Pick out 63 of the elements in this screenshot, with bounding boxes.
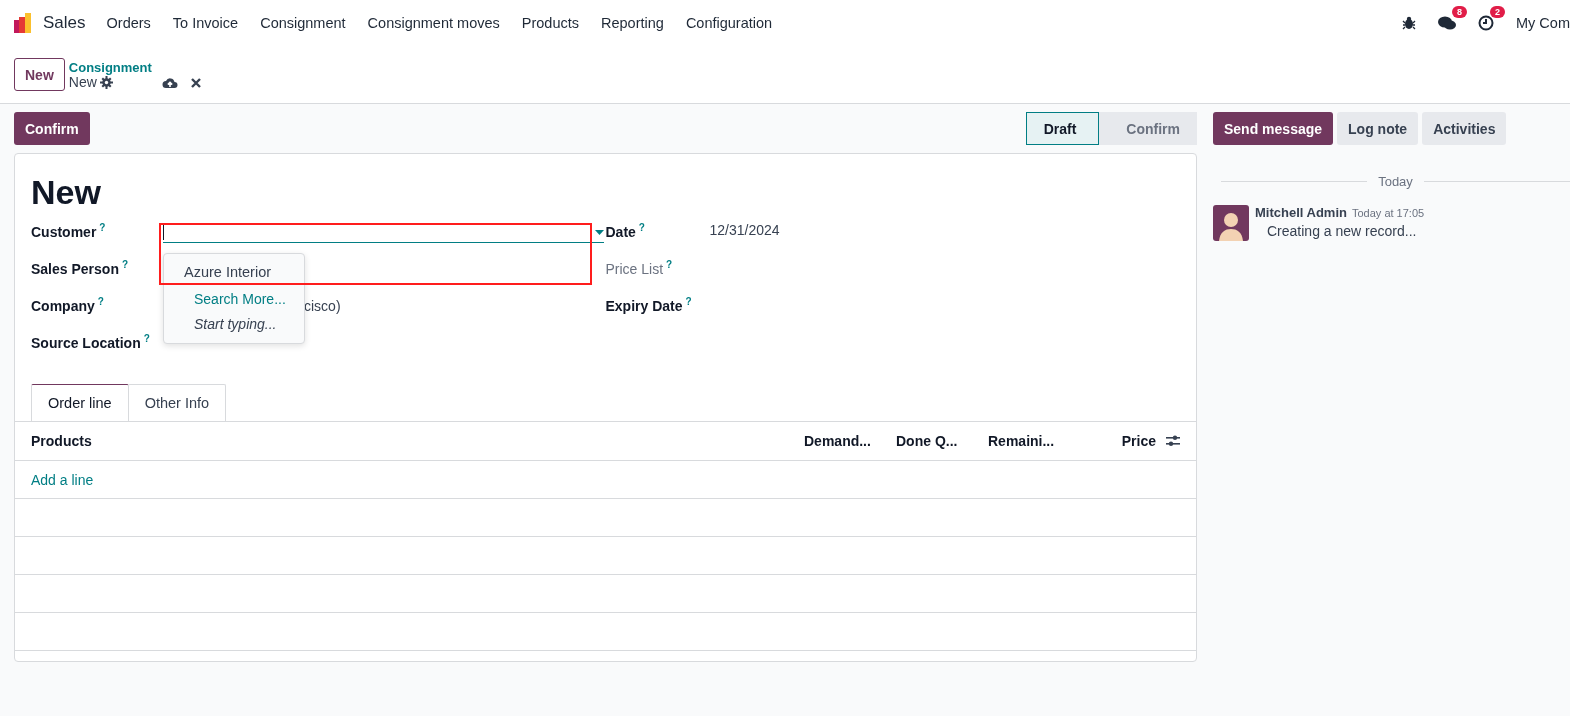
menu-item[interactable]: Products xyxy=(510,15,590,31)
field-value: cisco) xyxy=(304,298,341,314)
field-value: 12/31/2024 xyxy=(709,222,780,238)
field-label: Date $^{?}$ xyxy=(605,222,646,240)
dropdown-option[interactable]: Azure Interior xyxy=(164,260,304,285)
help-icon[interactable]: ? xyxy=(638,222,645,233)
record-name: New xyxy=(68,74,97,90)
chat-icon[interactable] xyxy=(1438,15,1456,31)
menu-item[interactable]: Orders xyxy=(95,15,162,31)
add-line-link[interactable]: Add a line xyxy=(31,471,94,488)
app-logo-icon[interactable] xyxy=(12,12,34,34)
help-icon[interactable]: ? xyxy=(143,333,150,344)
menu-item[interactable]: Consignment xyxy=(249,15,357,31)
caret-icon[interactable] xyxy=(594,229,604,235)
breadcrumb-link[interactable]: Consignment xyxy=(68,59,152,75)
column-header[interactable]: Remaini... xyxy=(988,433,1055,449)
clock-icon[interactable] xyxy=(1478,15,1494,31)
column-header[interactable]: Done Q... xyxy=(896,433,958,449)
author-name[interactable]: Mitchell Admin xyxy=(1255,205,1347,220)
search-more-link[interactable]: Search More... xyxy=(164,287,304,312)
status-step[interactable]: Draft xyxy=(1025,112,1100,145)
message-body: Creating a new record... xyxy=(1266,223,1418,239)
chatter-button[interactable]: Activities xyxy=(1422,112,1507,145)
hint-text: Start typing... xyxy=(193,315,278,334)
help-icon[interactable]: ? xyxy=(97,296,104,307)
menu-item[interactable]: Consignment moves xyxy=(356,15,511,31)
chatter-button[interactable]: Send message xyxy=(1213,112,1334,145)
chatter-button[interactable]: Log note xyxy=(1337,112,1419,145)
message-time: Today at 17:05 xyxy=(1351,207,1425,219)
avatar-icon xyxy=(1213,205,1249,241)
tab[interactable]: Order line xyxy=(31,384,129,421)
text-cursor xyxy=(163,224,164,240)
close-icon[interactable] xyxy=(189,76,202,89)
field-label: Sales Person $^{?}$ xyxy=(31,259,130,277)
status-step[interactable]: Confirm xyxy=(1099,112,1197,145)
field-label: Price List $^{?}$ xyxy=(605,259,674,277)
help-icon[interactable]: ? xyxy=(685,296,692,307)
confirm-button[interactable]: Confirm xyxy=(14,112,90,145)
notification-badge: 2 xyxy=(1490,6,1505,18)
column-header[interactable]: Demand... xyxy=(804,433,871,449)
notification-badge: 8 xyxy=(1452,6,1467,18)
field-label: Company $^{?}$ xyxy=(31,296,105,314)
cloud-upload-icon[interactable] xyxy=(161,76,178,89)
menu-item[interactable]: Configuration xyxy=(674,15,784,31)
app-name[interactable]: Sales xyxy=(43,13,86,33)
date-separator: Today xyxy=(1377,174,1414,189)
customer-field[interactable] xyxy=(163,222,604,243)
gear-icon[interactable] xyxy=(99,75,113,89)
field-label: Source Location $^{?}$ xyxy=(31,333,151,351)
sliders-icon[interactable] xyxy=(1166,435,1180,447)
column-header[interactable]: Price xyxy=(1121,433,1156,449)
menu-item[interactable]: To Invoice xyxy=(161,15,250,31)
record-title: New xyxy=(31,172,102,212)
tab[interactable]: Other Info xyxy=(127,384,227,421)
field-label: Customer $^{?}$ xyxy=(31,222,107,240)
column-header[interactable]: Products xyxy=(31,433,92,449)
field-label: Expiry Date $^{?}$ xyxy=(605,296,693,314)
help-icon[interactable]: ? xyxy=(121,259,129,270)
menu-item[interactable]: Reporting xyxy=(590,15,675,31)
new-button[interactable]: New xyxy=(14,58,65,91)
company-switcher[interactable]: My Com xyxy=(1516,15,1570,31)
help-icon[interactable]: ? xyxy=(99,222,106,233)
bug-icon[interactable] xyxy=(1402,16,1416,30)
